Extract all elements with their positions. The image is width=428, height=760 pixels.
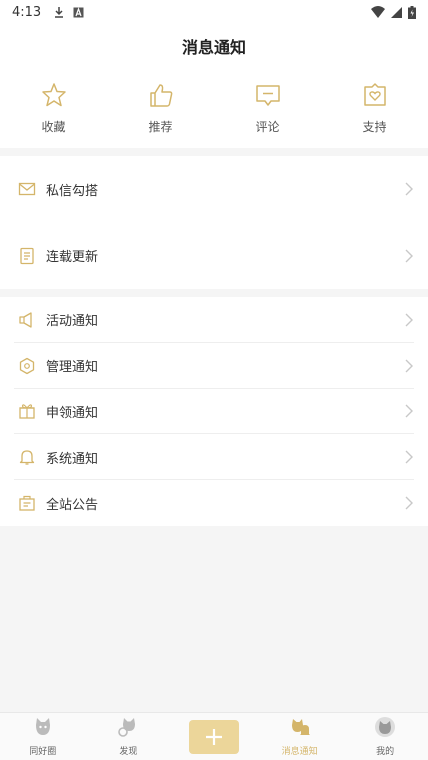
star-icon [41,83,66,107]
battery-icon [408,5,416,19]
row-activity-notices[interactable]: 活动通知 [0,297,428,343]
mail-icon [18,183,36,196]
chevron-right-icon [405,182,413,196]
tab-discover[interactable]: 发现 [86,713,172,760]
chevron-right-icon [405,496,413,510]
row-serial-updates[interactable]: 连载更新 [0,223,428,290]
document-icon [20,247,34,264]
chevron-right-icon [405,450,413,464]
row-label: 申领通知 [46,405,99,421]
status-time: 4:13 [12,4,42,20]
gift-icon [19,404,35,420]
tab-community[interactable]: 同好圈 [0,713,86,760]
row-system-notices[interactable]: 系统通知 [0,434,428,481]
megaphone-icon [19,312,32,328]
bulletin-icon [19,495,35,511]
status-bar: 4:13 [0,0,428,24]
quick-action-label: 支持 [362,120,387,134]
comment-icon [255,85,280,106]
row-label: 连载更新 [46,250,99,266]
chevron-right-icon [405,313,413,327]
plus-icon [205,728,222,745]
row-site-announcements[interactable]: 全站公告 [0,480,428,526]
chevron-right-icon [405,249,413,263]
tab-notifications[interactable]: 消息通知 [257,713,343,760]
quick-action-label: 推荐 [148,120,173,134]
quick-action-label: 收藏 [41,120,66,134]
tab-label: 消息通知 [281,747,318,757]
header: 消息通知 [0,24,428,68]
thumbs-up-icon [149,84,172,107]
cat-discover-icon [118,718,136,737]
quick-actions: 收藏 推荐 评论 支持 [0,68,428,148]
tab-label: 发现 [119,747,138,757]
tab-create[interactable] [171,713,257,760]
row-label: 活动通知 [46,314,99,330]
cat-avatar-icon [375,717,396,737]
quick-action-label: 评论 [255,120,280,134]
row-management-notices[interactable]: 管理通知 [0,343,428,389]
tab-label: 我的 [376,747,395,757]
add-button[interactable] [188,719,239,754]
quick-action-recommend[interactable]: 推荐 [107,68,214,148]
row-label: 管理通知 [46,360,99,376]
signal-icon [391,6,402,18]
wifi-icon [371,6,385,18]
row-label: 系统通知 [46,451,99,467]
row-label: 全站公告 [46,497,99,513]
bell-icon [19,450,35,465]
a-badge-icon [73,6,84,17]
quick-action-support[interactable]: 支持 [321,68,428,148]
hexagon-icon [19,357,35,374]
gift-heart-icon [363,83,386,106]
chevron-right-icon [405,404,413,418]
tab-label: 同好圈 [29,747,57,757]
cat-bell-icon [291,719,310,735]
chevron-right-icon [405,359,413,373]
tab-profile[interactable]: 我的 [342,713,428,760]
message-group-notifications: 活动通知 管理通知 申领通知 系统通知 全站公告 [0,297,428,526]
page-title: 消息通知 [181,38,246,57]
row-claim-notices[interactable]: 申领通知 [0,389,428,435]
download-icon [55,7,64,18]
quick-action-favorites[interactable]: 收藏 [0,68,107,148]
message-group-primary: 私信勾搭 连载更新 [0,156,428,289]
row-label: 私信勾搭 [46,183,99,199]
cat-circle-icon [35,718,50,735]
bottom-tab-bar: 同好圈 发现 消息通知 我的 [0,712,428,760]
row-private-messages[interactable]: 私信勾搭 [0,156,428,223]
quick-action-comment[interactable]: 评论 [214,68,321,148]
